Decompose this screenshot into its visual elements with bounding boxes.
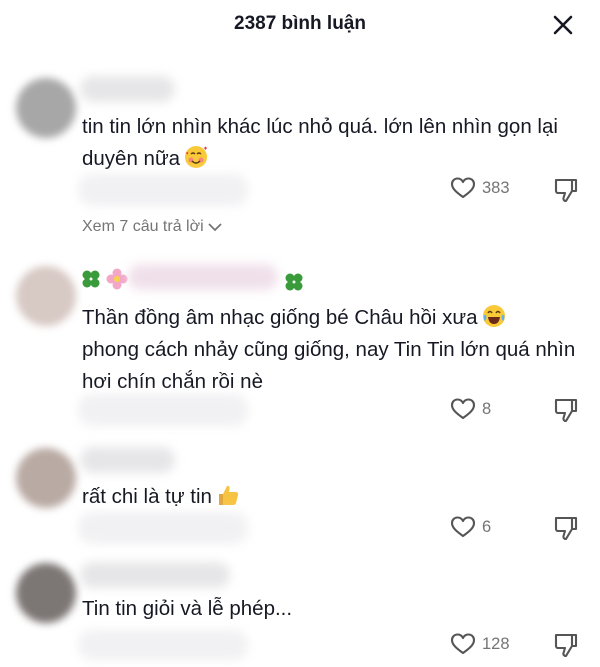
thumbs-up-icon: [216, 483, 240, 507]
meta-blurred: [78, 630, 248, 660]
comment-text: tin tin lớn nhìn khác lúc nhỏ quá. lớn l…: [82, 115, 558, 170]
close-button[interactable]: [548, 10, 578, 40]
dislike-button[interactable]: [553, 397, 579, 425]
avatar[interactable]: [16, 78, 76, 138]
username-decoration: [80, 268, 128, 295]
avatar[interactable]: [16, 563, 76, 623]
like-count: 6: [482, 518, 492, 536]
heart-icon: [450, 177, 476, 199]
like-count: 8: [482, 400, 492, 418]
dislike-button[interactable]: [553, 515, 579, 543]
comment-text: Thần đồng âm nhạc giống bé Châu hồi xưa …: [82, 304, 576, 393]
comment-text: Tin tin giỏi và lễ phép...: [82, 597, 293, 620]
heart-icon: [450, 516, 476, 538]
heart-icon: [450, 398, 476, 420]
face-with-tears-of-joy-icon: [482, 304, 506, 328]
username-blurred[interactable]: [80, 562, 230, 588]
thumbs-down-icon: [554, 398, 578, 423]
like-button[interactable]: 383: [450, 174, 520, 204]
thumbs-down-icon: [554, 178, 578, 203]
smiling-face-with-hearts-icon: [184, 145, 208, 169]
username-blurred[interactable]: [80, 76, 175, 102]
like-button[interactable]: 128: [450, 630, 520, 660]
meta-blurred: [78, 394, 248, 426]
thumbs-down-icon: [554, 633, 578, 658]
view-replies-link[interactable]: Xem 7 câu trả lời: [82, 218, 224, 236]
meta-blurred: [78, 512, 248, 544]
avatar[interactable]: [16, 448, 76, 508]
meta-blurred: [78, 174, 248, 206]
flower-icon: [106, 268, 128, 295]
username-blurred[interactable]: [128, 264, 278, 290]
comment-text: rất chi là tự tin: [82, 481, 587, 513]
clover-icon: [80, 268, 102, 295]
heart-icon: [450, 633, 476, 655]
like-count: 128: [482, 635, 510, 653]
like-button[interactable]: 8: [450, 395, 520, 425]
chevron-down-icon: [208, 223, 222, 232]
dislike-button[interactable]: [553, 177, 579, 205]
username-blurred[interactable]: [80, 447, 175, 473]
dislike-button[interactable]: [553, 632, 579, 660]
thumbs-down-icon: [554, 516, 578, 541]
comments-header: 2387 bình luận: [0, 0, 600, 50]
like-button[interactable]: 6: [450, 513, 520, 543]
like-count: 383: [482, 179, 510, 197]
clover-icon: [283, 271, 305, 298]
avatar[interactable]: [16, 266, 76, 326]
close-icon: [553, 15, 573, 35]
comment-count-title: 2387 bình luận: [234, 13, 366, 34]
